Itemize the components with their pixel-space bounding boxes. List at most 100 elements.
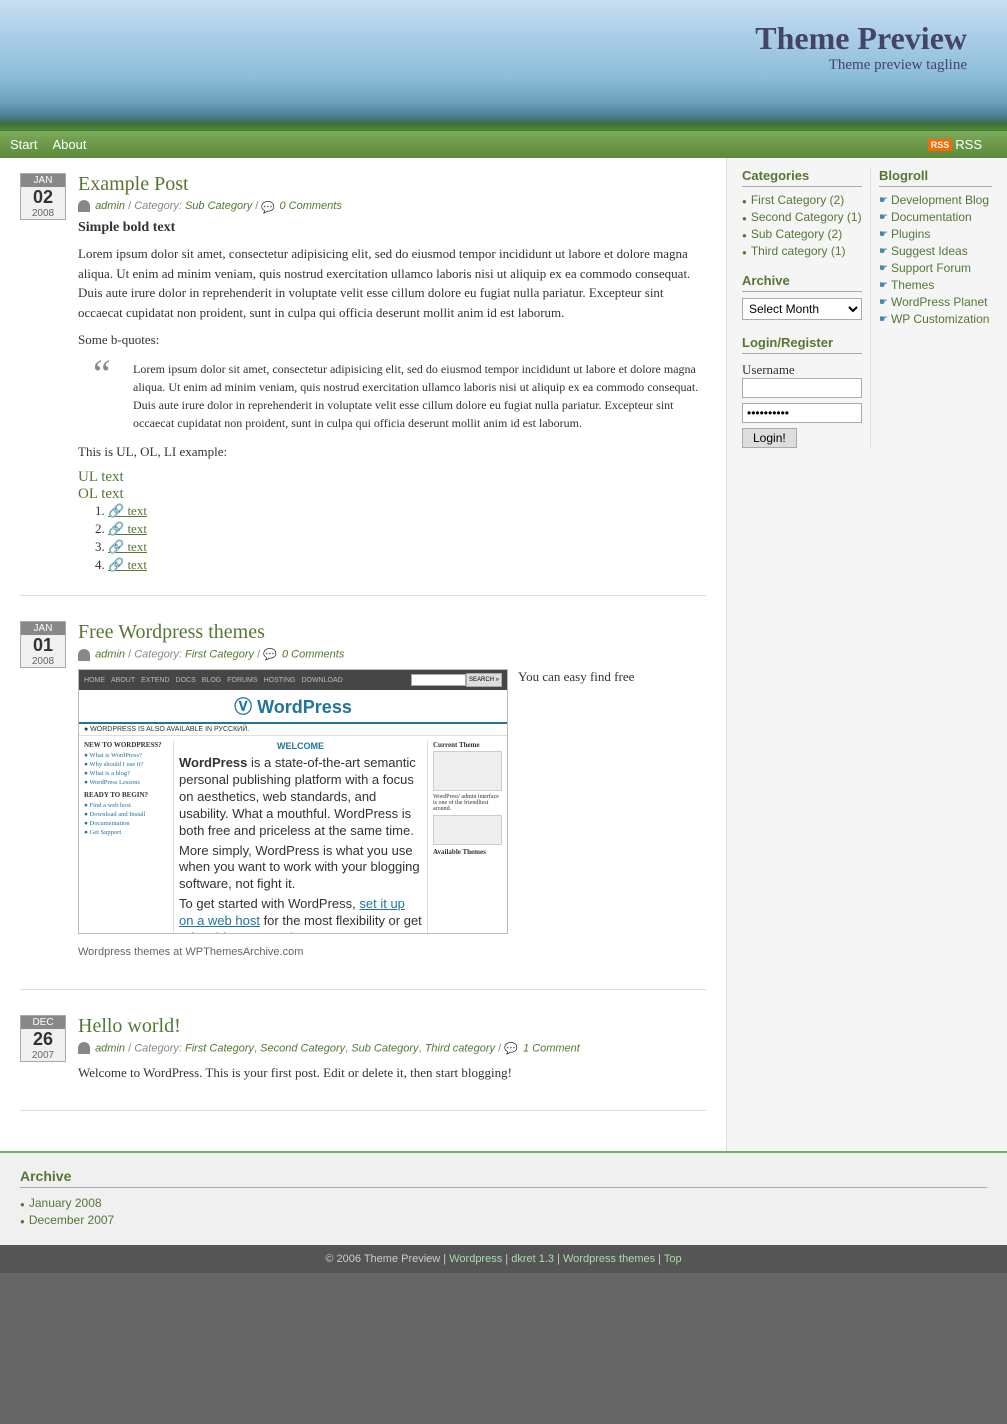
post-title-example: Example Post bbox=[78, 173, 706, 196]
post-month: JAN bbox=[21, 622, 65, 635]
wp-search-button[interactable]: SEARCH » bbox=[466, 673, 502, 687]
post-free-wp-themes: JAN 01 2008 Free Wordpress themes admin … bbox=[20, 621, 706, 990]
nav-start[interactable]: Start bbox=[10, 137, 37, 152]
sidebar: Categories First Category (2) Second Cat… bbox=[727, 158, 1007, 1151]
list-item: ☛Development Blog bbox=[879, 193, 992, 207]
categories-list: First Category (2) Second Category (1) S… bbox=[742, 193, 862, 258]
nav-about[interactable]: About bbox=[52, 137, 86, 152]
footer-archive-list: January 2008 December 2007 bbox=[20, 1196, 987, 1227]
user-icon bbox=[78, 200, 90, 212]
blogroll-link-1[interactable]: Development Blog bbox=[891, 193, 989, 207]
blogroll-heading: Blogroll bbox=[879, 168, 992, 187]
login-section: Login/Register Username Login! bbox=[742, 335, 862, 448]
post-author-free-wp[interactable]: admin bbox=[95, 649, 125, 661]
archive-heading: Archive bbox=[742, 273, 862, 292]
ol-text: OL text bbox=[78, 486, 706, 503]
cat-2-link[interactable]: Second Category (1) bbox=[751, 210, 862, 224]
list-item: First Category (2) bbox=[742, 193, 862, 207]
login-button[interactable]: Login! bbox=[742, 428, 797, 448]
footer-link-dkret[interactable]: dkret 1.3 bbox=[511, 1253, 554, 1265]
wp-nav-home: HOME bbox=[84, 677, 105, 684]
cat-3-link[interactable]: Sub Category (2) bbox=[751, 227, 842, 241]
footer-archive-heading: Archive bbox=[20, 1168, 987, 1188]
wp-search-input[interactable] bbox=[411, 674, 466, 686]
blogroll-link-4[interactable]: Suggest Ideas bbox=[891, 244, 968, 258]
wp-setup-link[interactable]: set it up on a web host bbox=[179, 896, 405, 928]
hello-world-text: Welcome to WordPress. This is your first… bbox=[78, 1063, 706, 1083]
footer-link-top[interactable]: Top bbox=[664, 1253, 682, 1265]
wp-sidebar-begin: READY TO BEGIN? bbox=[84, 791, 168, 799]
list-item: ☛WordPress Planet bbox=[879, 295, 992, 309]
post-lorem: Lorem ipsum dolor sit amet, consectetur … bbox=[78, 244, 706, 322]
post-cat-4[interactable]: Third category bbox=[425, 1042, 495, 1054]
blogroll-arrow: ☛ bbox=[879, 314, 888, 325]
site-header: Theme Preview Theme preview tagline bbox=[0, 0, 1007, 130]
post-category-label: Category: bbox=[134, 200, 185, 212]
post-date-example: JAN 02 2008 bbox=[20, 173, 66, 220]
wp-nav-docs: DOCS bbox=[176, 677, 196, 684]
blockquote-intro: Some b-quotes: bbox=[78, 330, 706, 350]
list-item-link[interactable]: 🔗 text bbox=[108, 503, 147, 518]
post-title-link-hello[interactable]: Hello world! bbox=[78, 1015, 181, 1037]
blogroll-list: ☛Development Blog ☛Documentation ☛Plugin… bbox=[879, 193, 992, 326]
archive-section: Archive Select Month bbox=[742, 273, 862, 320]
blogroll-arrow: ☛ bbox=[879, 195, 888, 206]
footer-archive-dec[interactable]: December 2007 bbox=[29, 1213, 114, 1227]
post-title-link-free-wp[interactable]: Free Wordpress themes bbox=[78, 621, 265, 643]
password-input[interactable] bbox=[742, 403, 862, 423]
blogroll-link-8[interactable]: WP Customization bbox=[891, 312, 989, 326]
post-month: DEC bbox=[21, 1016, 65, 1029]
post-cat-2[interactable]: Second Category bbox=[260, 1042, 345, 1054]
list-item-link[interactable]: 🔗 text bbox=[108, 557, 147, 572]
post-category-label: Category: bbox=[134, 649, 185, 661]
post-comments-free-wp[interactable]: 0 Comments bbox=[282, 649, 344, 661]
post-day: 26 bbox=[21, 1029, 65, 1050]
post-comments-hello[interactable]: 1 Comment bbox=[523, 1042, 580, 1054]
wp-welcome-title: WELCOME bbox=[179, 741, 422, 751]
wp-welcome-p2: More simply, WordPress is what you use w… bbox=[179, 843, 422, 894]
post-title-link-example[interactable]: Example Post bbox=[78, 173, 189, 195]
blogroll-arrow: ☛ bbox=[879, 263, 888, 274]
footer-link-wp-themes[interactable]: Wordpress themes bbox=[563, 1253, 655, 1265]
wp-theme-desc: WordPress' admin interface is one of the… bbox=[433, 794, 502, 812]
footer-link-wordpress[interactable]: Wordpress bbox=[449, 1253, 502, 1265]
post-hello-world: DEC 26 2007 Hello world! admin / Categor… bbox=[20, 1015, 706, 1112]
rss-link[interactable]: RSS RSS bbox=[928, 137, 982, 152]
wp-notice: ● WORDPRESS IS ALSO AVAILABLE IN РУССКИЙ… bbox=[79, 724, 507, 736]
post-author-hello[interactable]: admin bbox=[95, 1042, 125, 1054]
post-day: 02 bbox=[21, 187, 65, 208]
post-cat-1[interactable]: First Category bbox=[185, 1042, 254, 1054]
username-input[interactable] bbox=[742, 378, 862, 398]
wp-nav-download: DOWNLOAD bbox=[301, 677, 342, 684]
cat-1-link[interactable]: First Category (2) bbox=[751, 193, 844, 207]
list-item-link[interactable]: 🔗 text bbox=[108, 539, 147, 554]
blogroll-section: Blogroll ☛Development Blog ☛Documentatio… bbox=[879, 168, 992, 326]
post-author-example[interactable]: admin bbox=[95, 200, 125, 212]
blogroll-link-7[interactable]: WordPress Planet bbox=[891, 295, 988, 309]
blogroll-link-2[interactable]: Documentation bbox=[891, 210, 972, 224]
list-item: December 2007 bbox=[20, 1213, 987, 1227]
site-footer: © 2006 Theme Preview | Wordpress | dkret… bbox=[0, 1245, 1007, 1273]
footer-archive-jan[interactable]: January 2008 bbox=[29, 1196, 102, 1210]
footer-copyright: © 2006 Theme Preview | bbox=[325, 1253, 446, 1265]
post-content-hello: Welcome to WordPress. This is your first… bbox=[78, 1063, 706, 1083]
list-item-link[interactable]: 🔗 text bbox=[108, 521, 147, 536]
wp-free-link[interactable]: free blog on WordPress.com bbox=[190, 930, 355, 934]
user-icon bbox=[78, 649, 90, 661]
sidebar-right: Blogroll ☛Development Blog ☛Documentatio… bbox=[879, 168, 992, 448]
post-category-example[interactable]: Sub Category bbox=[185, 200, 252, 212]
blogroll-arrow: ☛ bbox=[879, 297, 888, 308]
list-intro: This is UL, OL, LI example: bbox=[78, 442, 706, 462]
blogroll-link-3[interactable]: Plugins bbox=[891, 227, 930, 241]
post-year: 2008 bbox=[21, 208, 65, 219]
post-category-free-wp[interactable]: First Category bbox=[185, 649, 254, 661]
blogroll-link-5[interactable]: Support Forum bbox=[891, 261, 971, 275]
blogroll-link-6[interactable]: Themes bbox=[891, 278, 934, 292]
post-comments-example[interactable]: 0 Comments bbox=[279, 200, 341, 212]
list-item: January 2008 bbox=[20, 1196, 987, 1210]
archive-select[interactable]: Select Month bbox=[742, 298, 862, 320]
list-item: 🔗 text bbox=[108, 521, 706, 537]
cat-4-link[interactable]: Third category (1) bbox=[751, 244, 846, 258]
wp-nav-about: ABOUT bbox=[111, 677, 135, 684]
post-cat-3[interactable]: Sub Category bbox=[351, 1042, 418, 1054]
